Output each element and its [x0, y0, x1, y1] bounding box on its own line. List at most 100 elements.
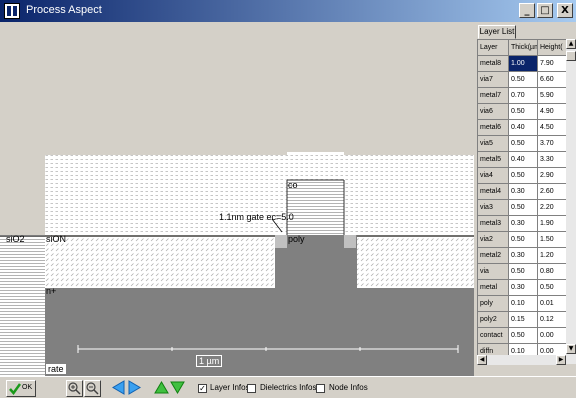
thickness-cell[interactable]: 1.00	[508, 55, 538, 72]
thickness-cell[interactable]: 0.50	[508, 135, 538, 152]
minimize-button[interactable]: _	[519, 3, 535, 18]
maximize-button[interactable]: □	[537, 3, 553, 18]
upper-dielectric-bump	[287, 152, 344, 162]
layer-name-cell[interactable]: poly	[477, 295, 509, 312]
layer-name-cell[interactable]: poly2	[477, 311, 509, 328]
cross-section-view[interactable]: siO2 siON n+ co poly 1.1nm gate ec=5.0 1…	[0, 22, 474, 376]
scroll-thumb[interactable]	[566, 51, 576, 61]
thickness-cell[interactable]: 0.30	[508, 247, 538, 264]
close-button[interactable]: X	[557, 3, 573, 18]
layer-name-cell[interactable]: metal5	[477, 151, 509, 168]
pan-left-button[interactable]	[111, 380, 127, 397]
table-row[interactable]: metal6 0.40 4.50	[477, 119, 566, 136]
table-row[interactable]: contact 0.50 0.00	[477, 327, 566, 344]
table-row[interactable]: metal8 1.00 7.90	[477, 55, 566, 72]
table-row[interactable]: poly2 0.15 0.12	[477, 311, 566, 328]
height-cell[interactable]: 0.80	[537, 263, 566, 280]
height-cell[interactable]: 6.60	[537, 71, 566, 88]
thickness-cell[interactable]: 0.30	[508, 279, 538, 296]
table-row[interactable]: metal 0.30 0.50	[477, 279, 566, 296]
table-row[interactable]: metal5 0.40 3.30	[477, 151, 566, 168]
table-row[interactable]: metal3 0.30 1.90	[477, 215, 566, 232]
scroll-left-button[interactable]: ◀	[477, 355, 487, 365]
thickness-cell[interactable]: 0.50	[508, 103, 538, 120]
layer-name-cell[interactable]: metal4	[477, 183, 509, 200]
table-row[interactable]: via6 0.50 4.90	[477, 103, 566, 120]
layer-name-cell[interactable]: metal7	[477, 87, 509, 104]
zoom-in-button[interactable]	[66, 380, 83, 397]
layer-infos-checkbox[interactable]: ✓	[198, 384, 207, 393]
horizontal-scrollbar[interactable]: ◀ ▶	[477, 355, 566, 365]
pan-right-button[interactable]	[127, 380, 143, 397]
thickness-cell[interactable]: 0.30	[508, 183, 538, 200]
height-cell[interactable]: 2.90	[537, 167, 566, 184]
thickness-cell[interactable]: 0.50	[508, 71, 538, 88]
height-cell[interactable]: 1.90	[537, 215, 566, 232]
table-row[interactable]: via3 0.50 2.20	[477, 199, 566, 216]
col-header-height[interactable]: Height(	[537, 39, 566, 56]
thickness-cell[interactable]: 0.50	[508, 327, 538, 344]
table-row[interactable]: via4 0.50 2.90	[477, 167, 566, 184]
table-row[interactable]: via5 0.50 3.70	[477, 135, 566, 152]
layer-name-cell[interactable]: via5	[477, 135, 509, 152]
tab-layer-list[interactable]: Layer List	[478, 25, 516, 39]
layer-name-cell[interactable]: metal6	[477, 119, 509, 136]
layer-name-cell[interactable]: via	[477, 263, 509, 280]
height-cell[interactable]: 4.90	[537, 103, 566, 120]
thickness-cell[interactable]: 0.30	[508, 215, 538, 232]
pan-down-button[interactable]	[170, 380, 186, 397]
col-header-thick[interactable]: Thick(µm)	[508, 39, 538, 56]
layer-table: Layer Thick(µm) Height( metal81.007.90vi…	[477, 39, 566, 364]
height-cell[interactable]: 1.20	[537, 247, 566, 264]
upper-dielectric	[45, 155, 474, 235]
table-row[interactable]: via2 0.50 1.50	[477, 231, 566, 248]
scroll-up-button[interactable]: ▲	[566, 39, 576, 49]
pan-up-button[interactable]	[154, 380, 170, 397]
height-cell[interactable]: 4.50	[537, 119, 566, 136]
table-row[interactable]: via7 0.50 6.60	[477, 71, 566, 88]
height-cell[interactable]: 3.30	[537, 151, 566, 168]
node-infos-checkbox[interactable]	[316, 384, 325, 393]
height-cell[interactable]: 0.50	[537, 279, 566, 296]
thickness-cell[interactable]: 0.50	[508, 167, 538, 184]
height-cell[interactable]: 3.70	[537, 135, 566, 152]
scroll-right-button[interactable]: ▶	[556, 355, 566, 365]
thickness-cell[interactable]: 0.40	[508, 119, 538, 136]
table-row[interactable]: via 0.50 0.80	[477, 263, 566, 280]
layer-name-cell[interactable]: contact	[477, 327, 509, 344]
layer-name-cell[interactable]: metal	[477, 279, 509, 296]
layer-name-cell[interactable]: via6	[477, 103, 509, 120]
table-row[interactable]: metal2 0.30 1.20	[477, 247, 566, 264]
height-cell[interactable]: 7.90	[537, 55, 566, 72]
thickness-cell[interactable]: 0.10	[508, 295, 538, 312]
height-cell[interactable]: 0.12	[537, 311, 566, 328]
dielectrics-infos-checkbox[interactable]	[247, 384, 256, 393]
layer-name-cell[interactable]: metal8	[477, 55, 509, 72]
vertical-scrollbar[interactable]: ▲ ▼	[566, 39, 576, 364]
thickness-cell[interactable]: 0.50	[508, 231, 538, 248]
scroll-down-button[interactable]: ▼	[566, 344, 576, 354]
layer-name-cell[interactable]: via3	[477, 199, 509, 216]
height-cell[interactable]: 2.20	[537, 199, 566, 216]
height-cell[interactable]: 5.90	[537, 87, 566, 104]
layer-name-cell[interactable]: via4	[477, 167, 509, 184]
layer-name-cell[interactable]: metal2	[477, 247, 509, 264]
layer-name-cell[interactable]: via7	[477, 71, 509, 88]
ok-button[interactable]: OK	[6, 380, 36, 397]
thickness-cell[interactable]: 0.15	[508, 311, 538, 328]
table-row[interactable]: poly 0.10 0.01	[477, 295, 566, 312]
zoom-out-button[interactable]	[84, 380, 101, 397]
layer-name-cell[interactable]: metal3	[477, 215, 509, 232]
table-row[interactable]: metal4 0.30 2.60	[477, 183, 566, 200]
height-cell[interactable]: 2.60	[537, 183, 566, 200]
thickness-cell[interactable]: 0.40	[508, 151, 538, 168]
height-cell[interactable]: 0.00	[537, 327, 566, 344]
layer-name-cell[interactable]: via2	[477, 231, 509, 248]
height-cell[interactable]: 1.50	[537, 231, 566, 248]
thickness-cell[interactable]: 0.50	[508, 263, 538, 280]
col-header-layer[interactable]: Layer	[477, 39, 509, 56]
thickness-cell[interactable]: 0.50	[508, 199, 538, 216]
thickness-cell[interactable]: 0.70	[508, 87, 538, 104]
height-cell[interactable]: 0.01	[537, 295, 566, 312]
table-row[interactable]: metal7 0.70 5.90	[477, 87, 566, 104]
